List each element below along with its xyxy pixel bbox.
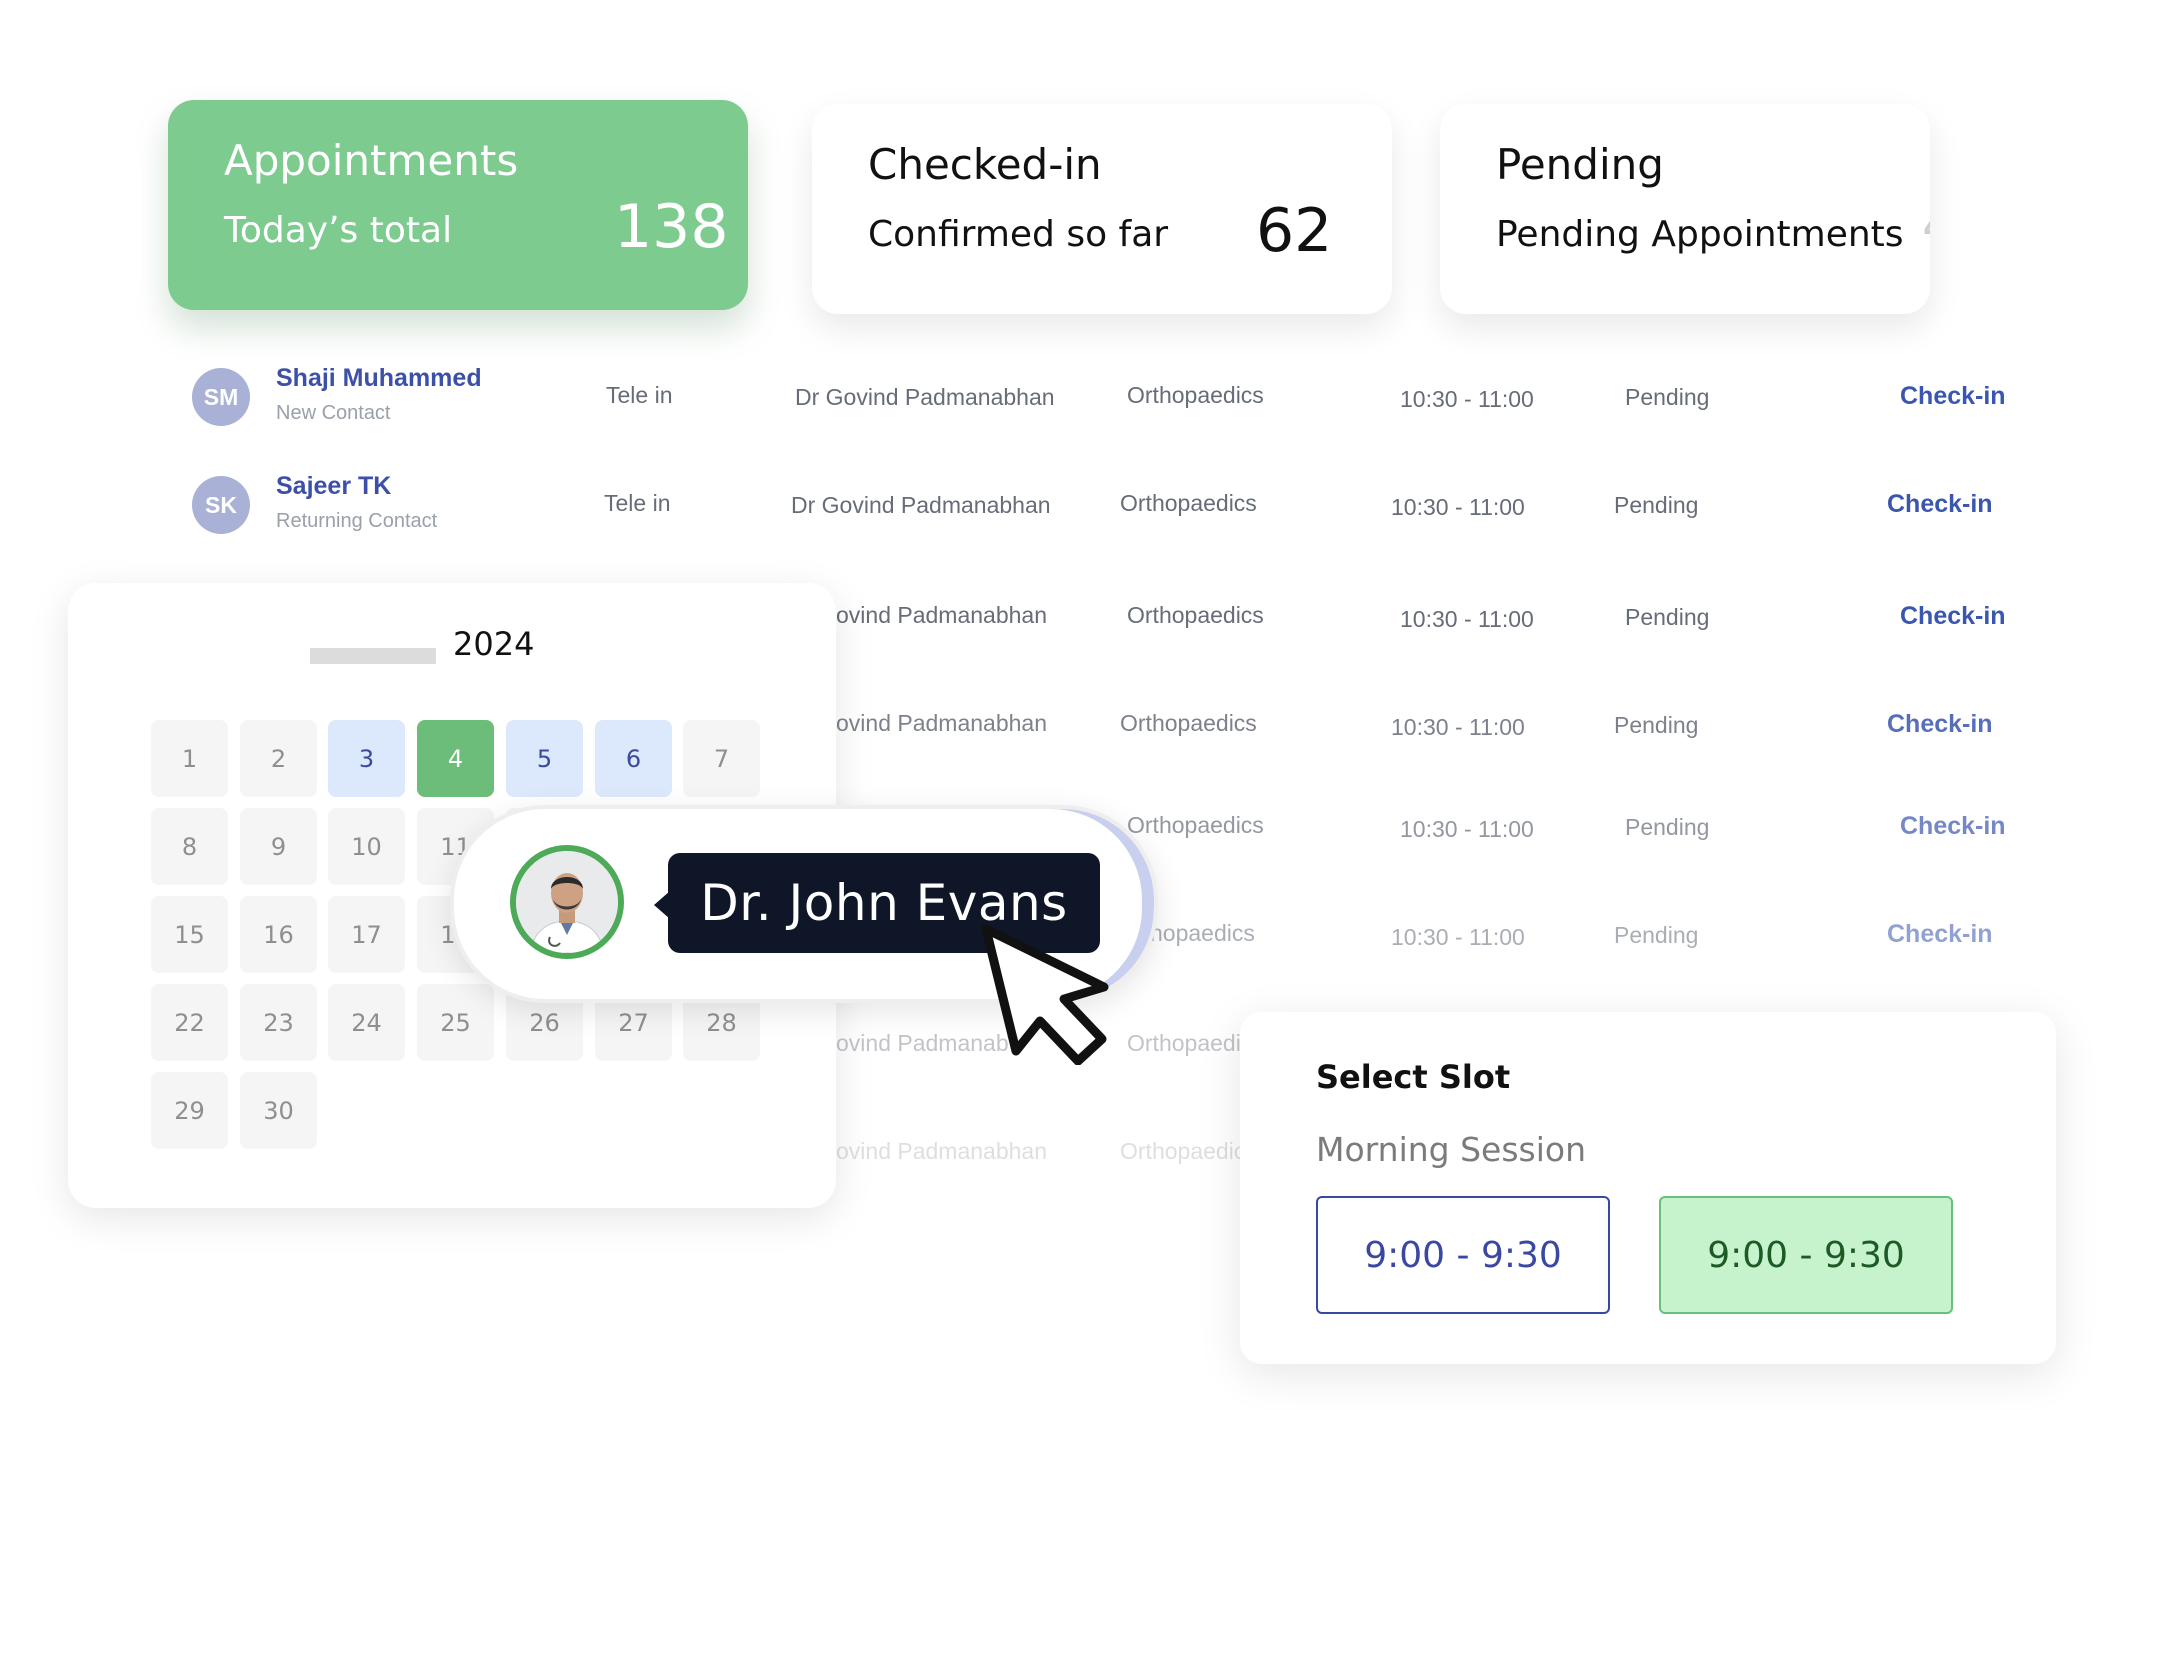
time-slot: 10:30 - 11:00 bbox=[1400, 606, 1534, 632]
status: Pending bbox=[1625, 384, 1710, 410]
mouse-pointer-icon bbox=[981, 925, 1109, 1065]
doctor-name: Dr Govind Padmanabhan bbox=[791, 492, 1051, 518]
calendar-day[interactable]: 8 bbox=[151, 808, 228, 885]
doctor-avatar bbox=[510, 845, 624, 959]
department: Orthopaedics bbox=[1127, 602, 1264, 628]
doctor-portrait-icon bbox=[516, 851, 618, 953]
calendar-day[interactable]: 2 bbox=[240, 720, 317, 797]
status: Pending bbox=[1625, 604, 1710, 630]
time-slot: 10:30 - 11:00 bbox=[1391, 494, 1525, 520]
patient-name[interactable]: Sajeer TK bbox=[276, 472, 391, 501]
doctor-name: Dr Govind Padmanabhan bbox=[795, 384, 1055, 410]
time-slot: 10:30 - 11:00 bbox=[1391, 714, 1525, 740]
calendar-day[interactable]: 17 bbox=[328, 896, 405, 973]
doctor-name: ovind Padmanabhan bbox=[836, 710, 1047, 736]
check-in-link[interactable]: Check-in bbox=[1900, 382, 2006, 411]
calendar-day[interactable]: 9 bbox=[240, 808, 317, 885]
calendar-day[interactable]: 4 bbox=[417, 720, 494, 797]
avatar: SM bbox=[192, 368, 250, 426]
calendar-day[interactable]: 24 bbox=[328, 984, 405, 1061]
calendar-day[interactable]: 10 bbox=[328, 808, 405, 885]
patient-name[interactable]: Shaji Muhammed bbox=[276, 364, 482, 393]
slot-option-available[interactable]: 9:00 - 9:30 bbox=[1316, 1196, 1610, 1314]
department: Orthopaedics bbox=[1120, 490, 1257, 516]
calendar-day[interactable]: 6 bbox=[595, 720, 672, 797]
department: Orthopaedic bbox=[1120, 1138, 1246, 1164]
department: Orthopaedi bbox=[1127, 1030, 1241, 1056]
check-in-link[interactable]: Check-in bbox=[1887, 920, 1993, 949]
calendar-day[interactable]: 5 bbox=[506, 720, 583, 797]
table-row[interactable]: SM Shaji Muhammed New Contact Tele in Dr… bbox=[150, 348, 2030, 448]
department: Orthopaedics bbox=[1120, 710, 1257, 736]
month-placeholder-bar bbox=[310, 648, 436, 664]
calendar-day[interactable]: 25 bbox=[417, 984, 494, 1061]
check-in-link[interactable]: Check-in bbox=[1900, 602, 2006, 631]
avatar: SK bbox=[192, 476, 250, 534]
calendar-day[interactable]: 16 bbox=[240, 896, 317, 973]
status: Pending bbox=[1614, 492, 1699, 518]
calendar-day[interactable]: 1 bbox=[151, 720, 228, 797]
department: Orthopaedics bbox=[1127, 812, 1264, 838]
slot-title: Select Slot bbox=[1316, 1058, 1511, 1096]
doctor-name: ovind Padmanabhan bbox=[836, 1138, 1047, 1164]
doctor-name: ovind Padmanabhan bbox=[836, 602, 1047, 628]
time-slot: 10:30 - 11:00 bbox=[1400, 816, 1534, 842]
appointment-mode: Tele in bbox=[604, 490, 671, 516]
check-in-link[interactable]: Check-in bbox=[1887, 490, 1993, 519]
calendar-day[interactable]: 30 bbox=[240, 1072, 317, 1149]
department: Orthopaedics bbox=[1127, 382, 1264, 408]
slot-option-selected[interactable]: 9:00 - 9:30 bbox=[1659, 1196, 1953, 1314]
status: Pending bbox=[1614, 922, 1699, 948]
calendar-day[interactable]: 7 bbox=[683, 720, 760, 797]
calendar-day[interactable]: 15 bbox=[151, 896, 228, 973]
session-label: Morning Session bbox=[1316, 1130, 1586, 1169]
time-slot: 10:30 - 11:00 bbox=[1391, 924, 1525, 950]
check-in-link[interactable]: Check-in bbox=[1887, 710, 1993, 739]
status: Pending bbox=[1614, 712, 1699, 738]
calendar-day[interactable]: 3 bbox=[328, 720, 405, 797]
status: Pending bbox=[1625, 814, 1710, 840]
calendar-year: 2024 bbox=[453, 625, 535, 663]
calendar-day[interactable]: 29 bbox=[151, 1072, 228, 1149]
calendar-day[interactable]: 23 bbox=[240, 984, 317, 1061]
table-row[interactable]: SK Sajeer TK Returning Contact Tele in D… bbox=[150, 456, 2030, 556]
check-in-link[interactable]: Check-in bbox=[1900, 812, 2006, 841]
select-slot-panel: Select Slot Morning Session 9:00 - 9:30 … bbox=[1240, 1012, 2056, 1364]
contact-type: Returning Contact bbox=[276, 510, 438, 532]
calendar-day[interactable]: 22 bbox=[151, 984, 228, 1061]
department: hopaedics bbox=[1150, 920, 1255, 946]
time-slot: 10:30 - 11:00 bbox=[1400, 386, 1534, 412]
appointment-mode: Tele in bbox=[606, 382, 673, 408]
contact-type: New Contact bbox=[276, 402, 391, 424]
